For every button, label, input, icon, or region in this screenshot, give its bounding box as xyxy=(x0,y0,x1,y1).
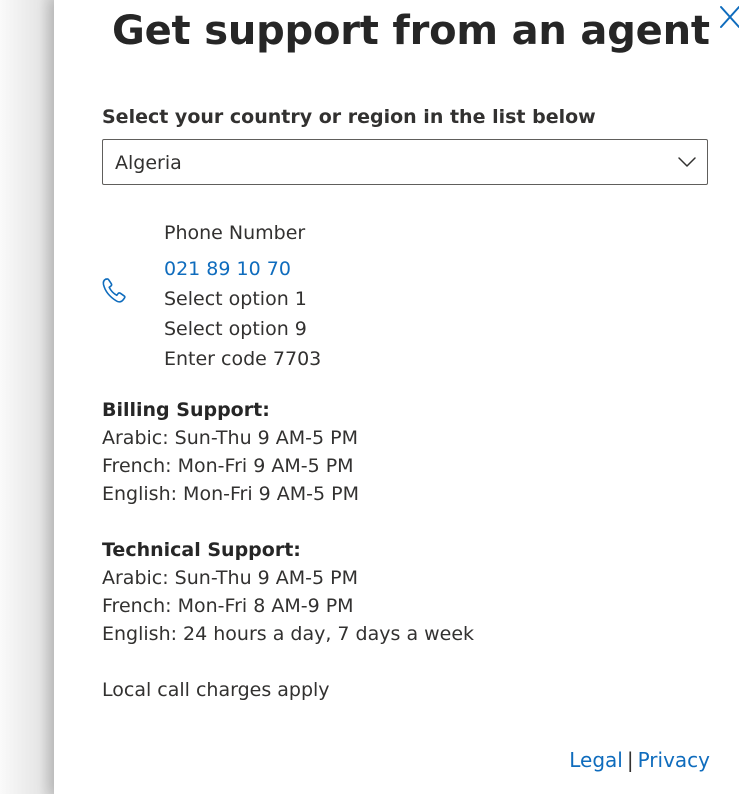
phone-number-link[interactable]: 021 89 10 70 xyxy=(164,258,291,280)
close-icon xyxy=(720,6,739,28)
privacy-link[interactable]: Privacy xyxy=(638,748,710,772)
phone-icon xyxy=(102,278,126,303)
country-select-label: Select your country or region in the lis… xyxy=(102,106,596,128)
call-charges-note: Local call charges apply xyxy=(102,679,330,701)
technical-hours-line: French: Mon-Fri 8 AM-9 PM xyxy=(102,595,354,617)
phone-step: Enter code 7703 xyxy=(164,348,322,370)
dialog-title: Get support from an agent xyxy=(112,8,710,54)
technical-hours-line: Arabic: Sun-Thu 9 AM-5 PM xyxy=(102,567,359,589)
phone-step: Select option 9 xyxy=(164,318,307,340)
country-dropdown[interactable]: Algeria xyxy=(102,139,708,185)
phone-step: Select option 1 xyxy=(164,288,307,310)
phone-heading: Phone Number xyxy=(164,222,306,244)
billing-hours-line: English: Mon-Fri 9 AM-5 PM xyxy=(102,483,359,505)
legal-link[interactable]: Legal xyxy=(569,748,623,772)
chevron-down-icon xyxy=(678,157,696,167)
technical-hours-line: English: 24 hours a day, 7 days a week xyxy=(102,623,475,645)
technical-support-section: Technical Support: Arabic: Sun-Thu 9 AM-… xyxy=(102,536,474,648)
technical-support-title: Technical Support: xyxy=(102,539,301,561)
billing-hours-line: Arabic: Sun-Thu 9 AM-5 PM xyxy=(102,427,359,449)
billing-hours-line: French: Mon-Fri 9 AM-5 PM xyxy=(102,455,354,477)
billing-support-section: Billing Support: Arabic: Sun-Thu 9 AM-5 … xyxy=(102,396,359,508)
footer-links: Legal | Privacy xyxy=(569,748,710,772)
page-backdrop xyxy=(0,0,56,794)
footer-separator: | xyxy=(626,748,634,772)
billing-support-title: Billing Support: xyxy=(102,399,270,421)
phone-info: Phone Number 021 89 10 70 Select option … xyxy=(164,218,321,374)
close-button[interactable] xyxy=(718,4,739,30)
country-selected-value: Algeria xyxy=(115,152,182,174)
